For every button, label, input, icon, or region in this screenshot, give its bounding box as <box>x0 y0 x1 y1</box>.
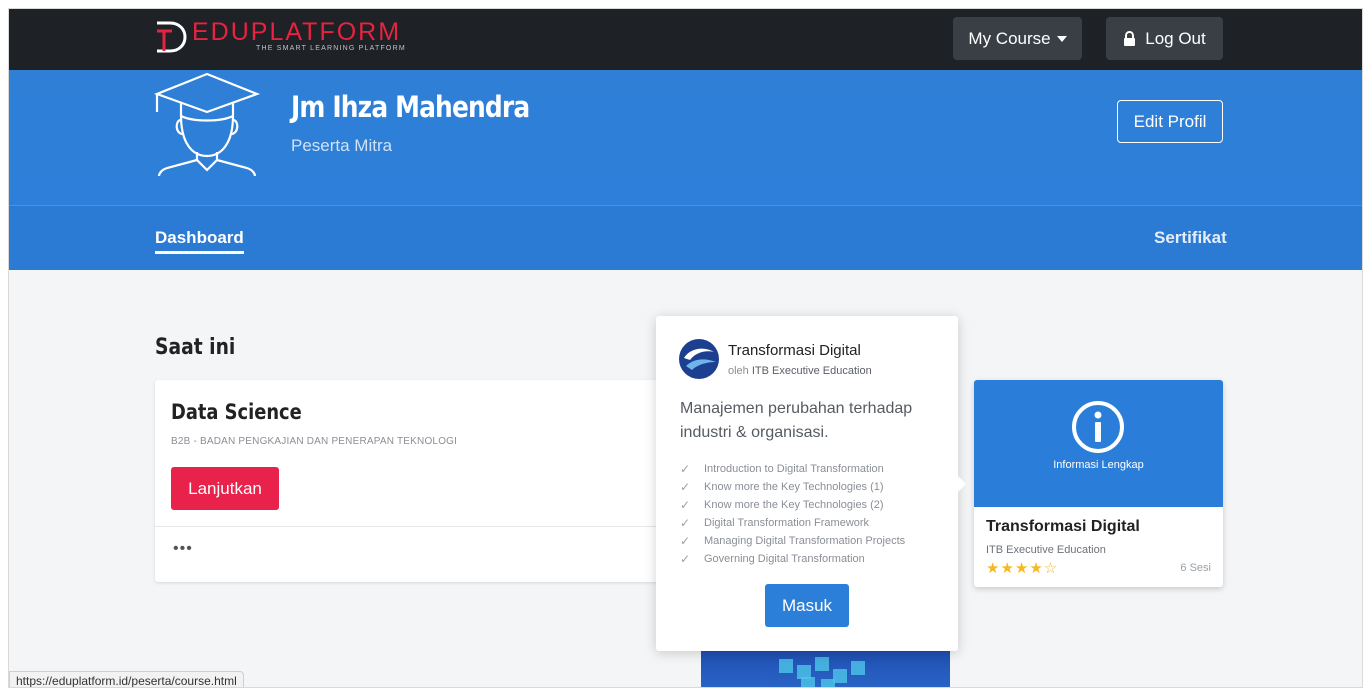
info-label: Informasi Lengkap <box>1053 459 1144 471</box>
check-icon: ✓ <box>680 498 691 512</box>
graduate-avatar-icon <box>153 72 261 177</box>
course-card-organization: ITB Executive Education <box>986 544 1106 556</box>
popover-title: Transformasi Digital <box>728 342 861 359</box>
check-icon: ✓ <box>680 534 691 548</box>
logout-label: Log Out <box>1145 28 1206 48</box>
current-course-card: Data Science B2B - BADAN PENGKAJIAN DAN … <box>155 380 675 582</box>
course-card-transformasi-digital[interactable]: Informasi Lengkap Transformasi Digital I… <box>974 380 1223 587</box>
course-title: Data Science <box>171 400 302 424</box>
list-item: ✓ Introduction to Digital Transformation <box>680 462 884 476</box>
session-count: 6 Sesi <box>1180 562 1211 574</box>
course-card-title: Transformasi Digital <box>986 518 1140 535</box>
profile-name: Jm Ihza Mahendra <box>291 90 530 124</box>
browser-status-url: https://eduplatform.id/peserta/course.ht… <box>9 671 244 687</box>
top-navbar: EDUPLATFORM THE SMART LEARNING PLATFORM … <box>9 9 1362 70</box>
my-course-label: My Course <box>968 28 1051 48</box>
list-item: ✓ Know more the Key Technologies (1) <box>680 480 884 494</box>
enter-course-button[interactable]: Masuk <box>765 584 849 627</box>
browser-viewport: EDUPLATFORM THE SMART LEARNING PLATFORM … <box>8 8 1363 688</box>
lock-icon <box>1124 31 1136 46</box>
more-options-icon[interactable]: ••• <box>173 540 193 558</box>
profile-tabs: Dashboard Sertifikat <box>9 205 1362 270</box>
star-filled-icons: ★★★★ <box>986 560 1044 577</box>
logout-button[interactable]: Log Out <box>1106 17 1223 60</box>
rating-stars: ★★★★☆ <box>986 559 1058 577</box>
module-list: ✓ Introduction to Digital Transformation … <box>680 460 905 568</box>
check-icon: ✓ <box>680 552 691 566</box>
divider <box>155 526 675 527</box>
list-item: ✓ Governing Digital Transformation <box>680 552 865 566</box>
section-title-current: Saat ini <box>155 335 236 360</box>
list-item: ✓ Know more the Key Technologies (2) <box>680 498 884 512</box>
edit-profile-button[interactable]: Edit Profil <box>1117 100 1223 143</box>
itb-logo-icon <box>678 338 720 380</box>
profile-role: Peserta Mitra <box>291 136 393 155</box>
star-empty-icon: ☆ <box>1043 560 1059 577</box>
course-info-popover: Transformasi Digital oleh ITB Executive … <box>656 316 966 651</box>
popover-provider: oleh ITB Executive Education <box>728 365 872 377</box>
tab-dashboard[interactable]: Dashboard <box>155 228 244 254</box>
check-icon: ✓ <box>680 516 691 530</box>
course-thumbnail-image[interactable] <box>701 651 950 687</box>
popover-description: Manajemen perubahan terhadap industri & … <box>680 400 913 441</box>
profile-header: Jm Ihza Mahendra Peserta Mitra Edit Prof… <box>9 70 1362 205</box>
caret-down-icon <box>1056 35 1067 42</box>
course-organization: B2B - BADAN PENGKAJIAN DAN PENERAPAN TEK… <box>171 436 458 447</box>
list-item: ✓ Digital Transformation Framework <box>680 516 870 530</box>
info-icon <box>1072 401 1124 453</box>
list-item: ✓ Managing Digital Transformation Project… <box>680 534 906 548</box>
logo-mark-icon <box>154 19 190 55</box>
eduplatform-logo[interactable]: EDUPLATFORM THE SMART LEARNING PLATFORM <box>154 19 406 59</box>
my-course-dropdown[interactable]: My Course <box>953 17 1082 60</box>
provider-name: ITB Executive Education <box>751 365 872 377</box>
logo-tagline: THE SMART LEARNING PLATFORM <box>256 45 406 52</box>
tab-sertifikat[interactable]: Sertifikat <box>1154 228 1227 248</box>
logo-title: EDUPLATFORM <box>192 18 402 46</box>
continue-button[interactable]: Lanjutkan <box>171 467 279 510</box>
check-icon: ✓ <box>680 462 691 476</box>
course-banner[interactable]: Informasi Lengkap <box>974 380 1223 507</box>
check-icon: ✓ <box>680 480 691 494</box>
